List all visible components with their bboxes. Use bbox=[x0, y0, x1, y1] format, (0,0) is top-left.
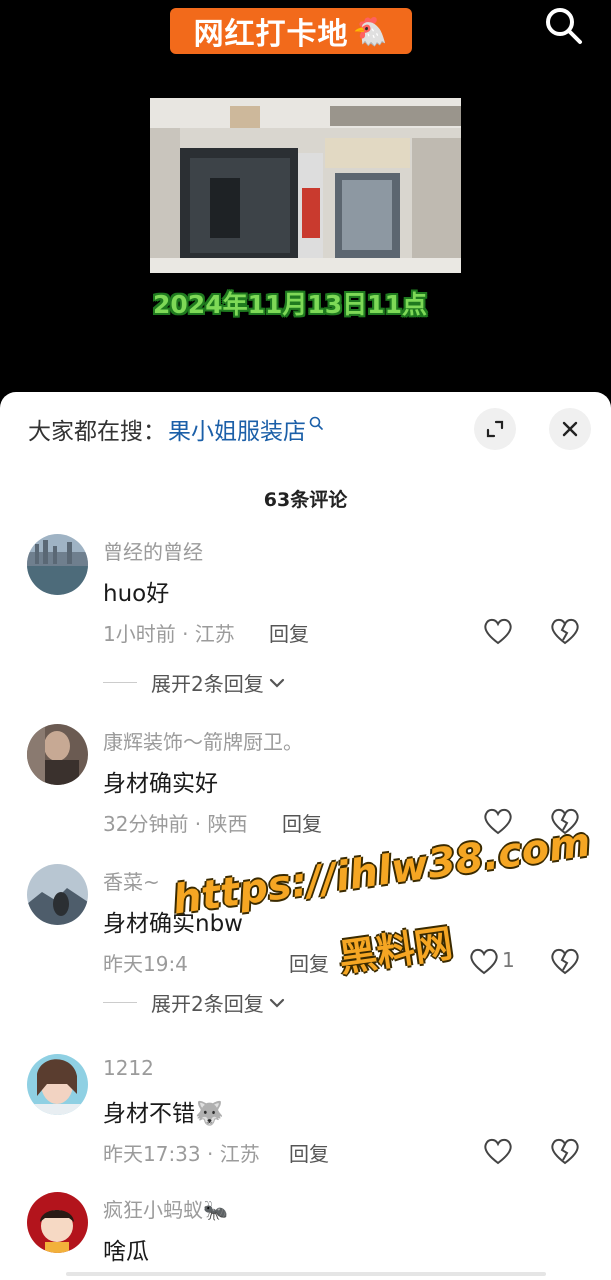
video-player[interactable]: 网红打卡地 🐔 2024年11月13日11点 bbox=[0, 0, 611, 400]
comment-text-body: 身材不错 bbox=[103, 1101, 195, 1127]
search-keyword[interactable]: 果小姐服装店 bbox=[168, 412, 306, 446]
comment-text: 身材确实好 bbox=[103, 771, 218, 797]
video-title-badge: 网红打卡地 🐔 bbox=[170, 8, 412, 54]
video-caption: 2024年11月13日11点 bbox=[153, 290, 427, 319]
comment-text: 身材确实nbw bbox=[103, 911, 243, 937]
expand-sheet-button[interactable] bbox=[474, 408, 516, 450]
comment-meta: 32分钟前 · 陕西 bbox=[103, 812, 248, 836]
comment-text: huo好 bbox=[103, 581, 170, 607]
sheet-header: 大家都在搜： 果小姐服装店 bbox=[0, 392, 611, 462]
comment-item: 香菜~ 身材确实nbw 昨天19:4 回复 1 展开2条回复 bbox=[0, 864, 611, 1034]
comment-text: 身材不错🐺 bbox=[103, 1094, 224, 1128]
heart-icon[interactable] bbox=[482, 1136, 514, 1166]
broken-heart-icon[interactable] bbox=[549, 806, 581, 836]
comment-username[interactable]: 1212 bbox=[103, 1056, 154, 1080]
broken-heart-icon[interactable] bbox=[549, 616, 581, 646]
reply-button[interactable]: 回复 bbox=[269, 618, 309, 647]
comment-count: 63条评论 bbox=[263, 489, 348, 511]
reply-button[interactable]: 回复 bbox=[289, 1138, 329, 1167]
comment-text: 啥瓜 bbox=[103, 1239, 149, 1265]
heart-icon[interactable] bbox=[482, 806, 514, 836]
storefront-image bbox=[150, 98, 461, 273]
sheet-bottom-indicator bbox=[66, 1272, 546, 1276]
avatar[interactable] bbox=[27, 864, 88, 925]
comment-username[interactable]: 曾经的曾经 bbox=[103, 536, 203, 565]
chevron-down-icon bbox=[269, 998, 284, 1008]
comment-meta: 昨天19:4 bbox=[103, 952, 188, 976]
search-prefix: 大家都在搜： bbox=[28, 419, 166, 445]
close-icon bbox=[562, 421, 578, 437]
comment-item: 康辉装饰～箭牌厨卫。 身材确实好 32分钟前 · 陕西 回复 bbox=[0, 724, 611, 854]
comment-username[interactable]: 香菜~ bbox=[103, 866, 160, 895]
expand-replies-label: 展开2条回复 bbox=[151, 992, 264, 1016]
expand-replies-button[interactable]: 展开2条回复 bbox=[103, 668, 286, 697]
heart-icon[interactable] bbox=[468, 946, 500, 976]
broken-heart-icon[interactable] bbox=[549, 1136, 581, 1166]
avatar[interactable] bbox=[27, 724, 88, 785]
chicken-emoji: 🐔 bbox=[352, 14, 389, 48]
comment-meta: 昨天17:33 · 江苏 bbox=[103, 1142, 260, 1166]
divider-line bbox=[103, 682, 137, 683]
expand-replies-button[interactable]: 展开2条回复 bbox=[103, 988, 286, 1017]
expand-replies-label: 展开2条回复 bbox=[151, 672, 264, 696]
heart-icon[interactable] bbox=[482, 616, 514, 646]
video-title: 网红打卡地 bbox=[193, 17, 349, 52]
comment-item: 曾经的曾经 huo好 1小时前 · 江苏 回复 展开2条回复 bbox=[0, 534, 611, 704]
chevron-down-icon bbox=[269, 678, 284, 688]
broken-heart-icon[interactable] bbox=[549, 946, 581, 976]
comment-item: 疯狂小蚂蚁🐜 啥瓜 bbox=[0, 1192, 611, 1280]
comment-username[interactable]: 疯狂小蚂蚁🐜 bbox=[103, 1194, 228, 1223]
avatar[interactable] bbox=[27, 534, 88, 595]
ant-emoji: 🐜 bbox=[203, 1198, 228, 1222]
divider-line bbox=[103, 1002, 137, 1003]
expand-icon bbox=[486, 420, 504, 438]
comment-sheet: 大家都在搜： 果小姐服装店 63条评论 曾经的曾经 huo好 1小时前 · 江苏… bbox=[0, 392, 611, 1280]
search-suggestion[interactable]: 大家都在搜： 果小姐服装店 bbox=[28, 412, 323, 446]
avatar[interactable] bbox=[27, 1192, 88, 1253]
husky-emoji: 🐺 bbox=[195, 1101, 224, 1127]
search-icon[interactable] bbox=[543, 5, 583, 45]
comment-username[interactable]: 康辉装饰～箭牌厨卫。 bbox=[103, 726, 303, 755]
small-search-icon bbox=[309, 416, 323, 430]
close-sheet-button[interactable] bbox=[549, 408, 591, 450]
comment-item: 1212 身材不错🐺 昨天17:33 · 江苏 回复 bbox=[0, 1054, 611, 1184]
like-count: 1 bbox=[502, 948, 515, 972]
reply-button[interactable]: 回复 bbox=[289, 948, 329, 977]
comment-meta: 1小时前 · 江苏 bbox=[103, 622, 235, 646]
username-text: 疯狂小蚂蚁 bbox=[103, 1198, 203, 1222]
avatar[interactable] bbox=[27, 1054, 88, 1115]
reply-button[interactable]: 回复 bbox=[282, 808, 322, 837]
